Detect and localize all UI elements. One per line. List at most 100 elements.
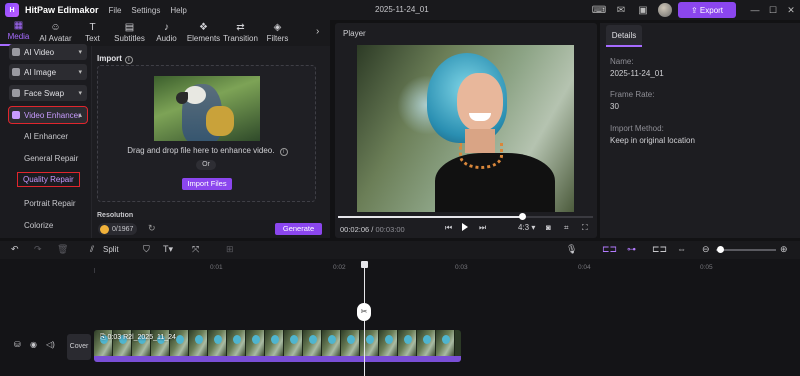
playback-progress[interactable] [338,213,593,220]
sidebar-item-ai-image[interactable]: AI Image ▾ [9,64,87,80]
track-visibility-icon[interactable]: ◉ [30,340,37,349]
maximize-icon[interactable]: ☐ [764,5,782,16]
tab-text[interactable]: T Text [74,20,111,46]
tab-filters[interactable]: ◈ Filters [259,20,296,46]
info-icon[interactable]: i [279,148,288,156]
export-button[interactable]: ⇪ Export [678,2,736,18]
details-panel: Details Name: 2025-11-24_01 Frame Rate: … [600,23,800,238]
drop-zone[interactable]: Drag and drop file here to enhance video… [97,65,316,202]
sidebar-item-video-enhancer[interactable]: Video Enhancer ▴ [8,106,88,124]
split-label[interactable]: Split [103,245,119,254]
play-icon[interactable] [462,223,468,231]
text-tool-icon[interactable]: T▾ [163,244,173,255]
cover-button[interactable]: Cover [67,334,91,360]
video-clip[interactable]: ⎘ 0:03 R2l_2025_11_24 [94,330,461,362]
credits-badge: 0/1967 [98,223,138,235]
clip-frame [322,330,341,356]
generate-bar: 0/1967 ↻ Generate [92,220,330,238]
tab-ai-avatar[interactable]: ☺ AI Avatar [37,20,74,46]
text-icon: T [89,22,96,33]
minimize-icon[interactable]: — [746,5,764,15]
marker-icon[interactable]: ⛉ [143,244,150,255]
name-value: 2025-11-24_01 [610,69,664,78]
clip-frame [208,330,227,356]
feedback-icon[interactable]: ✉ [614,3,628,17]
zoom-slider[interactable] [716,249,776,251]
scissors-icon[interactable]: ✂ [357,303,371,321]
sample-thumbnail [154,76,260,141]
progress-handle[interactable] [518,213,526,220]
fit-icon[interactable]: ⇔ [677,244,686,254]
tab-transition[interactable]: ⇄ Transition [222,20,259,46]
refresh-icon[interactable]: ↻ [148,223,156,234]
aspect-value: 4:3 [518,223,530,232]
crop-icon[interactable]: ⌗ [564,223,569,233]
player-title: Player [343,29,366,38]
clip-frame [284,330,303,356]
tab-label: Elements [186,34,221,43]
sub-item-quality-repair[interactable]: Quality Repair [17,172,80,187]
import-method-label: Import Method: [610,124,664,133]
shortcuts-icon[interactable]: ⌨ [592,3,606,17]
close-icon[interactable]: ✕ [782,5,800,16]
import-label: Import [97,54,122,63]
media-icon: ▦ [13,20,24,31]
undo-icon[interactable]: ↶ [11,244,19,255]
menu-file[interactable]: File [109,6,122,15]
tab-details[interactable]: Details [606,25,642,47]
credits-value: 0/1967 [112,225,134,233]
magnet-icon[interactable]: ⊶ [627,244,636,255]
clip-frame [189,330,208,356]
redo-icon[interactable]: ↷ [34,244,42,255]
zoom-handle[interactable] [717,246,724,253]
fullscreen-icon[interactable]: ⛶ [582,223,588,233]
track-mute-icon[interactable]: ◁) [46,340,55,349]
delete-icon[interactable]: 🗑 [57,244,68,255]
transition-icon: ⇄ [236,22,245,33]
media-panel: AI Video ▾ AI Image ▾ Face Swap ▾ Video Enh… [0,44,330,238]
prev-frame-icon[interactable]: ⏮ [445,223,452,233]
parrot-beak [176,92,188,104]
zoom-in-icon[interactable]: ⊕ [780,244,788,255]
track-lock-icon[interactable]: ⛁ [14,340,21,349]
generate-button[interactable]: Generate [275,223,322,235]
tab-subtitles[interactable]: ▤ Subtitles [111,20,148,46]
menu-help[interactable]: Help [170,6,186,15]
tab-elements[interactable]: ❖ Elements [185,20,222,46]
import-files-button[interactable]: Import Files [182,178,232,190]
tabs-scroll-right-icon[interactable]: › [316,26,319,37]
tick-label: 0:04 [578,264,591,271]
tab-media[interactable]: ▦ Media [0,20,37,46]
aspect-ratio-select[interactable]: 4:3 ▾ [518,223,535,232]
avatar[interactable] [658,3,672,17]
sub-item-colorize[interactable]: Colorize [24,221,53,230]
info-icon[interactable]: i [124,56,133,64]
playhead-handle[interactable] [361,261,368,268]
snapshot-icon[interactable]: ◙ [546,223,551,232]
next-frame-icon[interactable]: ⏭ [479,223,486,233]
split-icon[interactable]: ⫽ [90,244,94,255]
video-preview[interactable] [357,45,574,212]
app-name: HitPaw Edimakor [25,5,99,15]
sidebar-item-ai-video[interactable]: AI Video ▾ [9,44,87,60]
tab-label: Transition [223,34,258,43]
resolution-label: Resolution [97,212,134,218]
menu-settings[interactable]: Settings [131,6,160,15]
sidebar-item-face-swap[interactable]: Face Swap ▾ [9,85,87,101]
sub-item-ai-enhancer[interactable]: AI Enhancer [24,132,68,141]
unlink-icon[interactable]: ⊏⊐ [652,244,667,255]
crop-tool-icon[interactable]: ⤧ [192,244,199,255]
tick-mark [94,268,95,273]
zoom-out-icon[interactable]: ⊖ [702,244,710,255]
microphone-icon[interactable]: 🎙 [566,244,577,255]
tab-label: AI Avatar [39,34,72,43]
gift-icon[interactable]: ▣ [636,3,650,17]
tab-audio[interactable]: ♪ Audio [148,20,185,46]
link-icon[interactable]: ⊏⊐ [602,244,617,255]
tick-label: 0:03 [455,264,468,271]
filters-icon: ◈ [273,22,282,33]
sub-item-portrait-repair[interactable]: Portrait Repair [24,199,76,208]
freeze-icon[interactable]: ⊞ [226,244,234,255]
sub-item-general-repair[interactable]: General Repair [24,154,78,163]
clip-frame [436,330,455,356]
